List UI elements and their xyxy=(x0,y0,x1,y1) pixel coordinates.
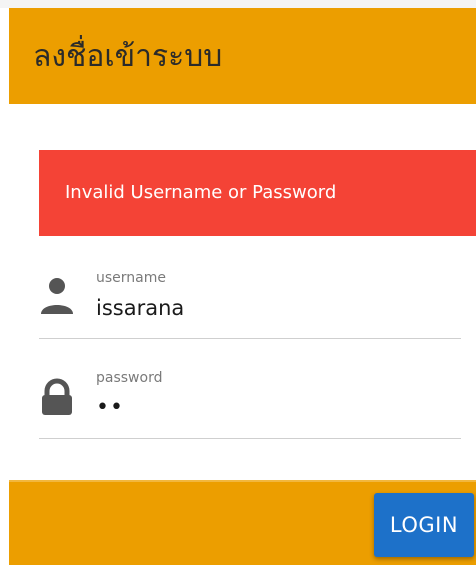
person-icon xyxy=(39,278,75,326)
username-label: username xyxy=(96,270,166,286)
lock-icon xyxy=(39,378,75,426)
password-input[interactable]: •• xyxy=(96,394,124,422)
login-page: ลงชื่อเข้าระบบ Invalid Username or Passw… xyxy=(0,0,476,565)
error-alert: Invalid Username or Password xyxy=(39,150,476,236)
password-label: password xyxy=(96,370,163,386)
username-input[interactable]: issarana xyxy=(96,294,184,322)
header-bar: ลงชื่อเข้าระบบ xyxy=(9,8,476,104)
login-button[interactable]: LOGIN xyxy=(374,493,474,557)
username-field[interactable]: username issarana xyxy=(39,270,461,339)
error-message: Invalid Username or Password xyxy=(65,182,337,203)
password-field[interactable]: password •• xyxy=(39,370,461,439)
top-strip xyxy=(0,0,476,8)
page-title: ลงชื่อเข้าระบบ xyxy=(33,39,223,74)
